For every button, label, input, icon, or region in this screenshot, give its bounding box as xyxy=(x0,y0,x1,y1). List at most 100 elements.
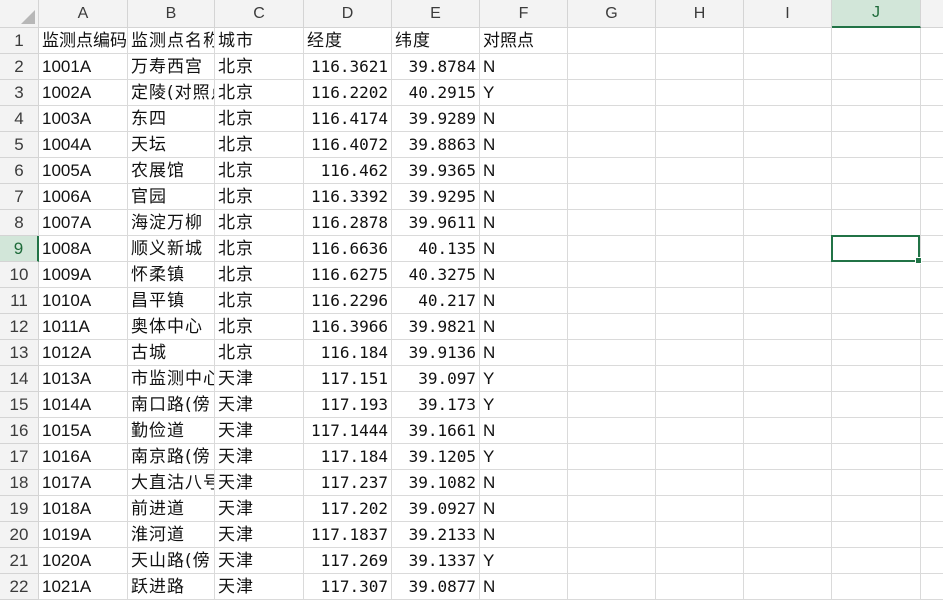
select-all-button[interactable] xyxy=(0,0,39,28)
cell-i5[interactable] xyxy=(744,132,832,158)
cell-e4[interactable]: 39.9289 xyxy=(392,106,480,132)
cell-g8[interactable] xyxy=(568,210,656,236)
cell-f4[interactable]: N xyxy=(480,106,568,132)
column-header-d[interactable]: D xyxy=(304,0,392,28)
cell-f22[interactable]: N xyxy=(480,574,568,600)
cell-d21[interactable]: 117.269 xyxy=(304,548,392,574)
cell-e19[interactable]: 39.0927 xyxy=(392,496,480,522)
cell-h1[interactable] xyxy=(656,28,744,54)
cell-i18[interactable] xyxy=(744,470,832,496)
cell-g20[interactable] xyxy=(568,522,656,548)
cell-b4[interactable]: 东四 xyxy=(128,106,215,132)
cell-i1[interactable] xyxy=(744,28,832,54)
cell-b16[interactable]: 勤俭道 xyxy=(128,418,215,444)
cell-a14[interactable]: 1013A xyxy=(39,366,128,392)
cell-i2[interactable] xyxy=(744,54,832,80)
cell-d12[interactable]: 116.3966 xyxy=(304,314,392,340)
cell-h7[interactable] xyxy=(656,184,744,210)
cell-d19[interactable]: 117.202 xyxy=(304,496,392,522)
cell-c2[interactable]: 北京 xyxy=(215,54,304,80)
cell-j14[interactable] xyxy=(832,366,921,392)
cell-f21[interactable]: Y xyxy=(480,548,568,574)
cell-k9[interactable] xyxy=(921,236,943,262)
cell-a11[interactable]: 1010A xyxy=(39,288,128,314)
column-header-f[interactable]: F xyxy=(480,0,568,28)
cell-i12[interactable] xyxy=(744,314,832,340)
cell-f3[interactable]: Y xyxy=(480,80,568,106)
cell-a4[interactable]: 1003A xyxy=(39,106,128,132)
cell-c12[interactable]: 北京 xyxy=(215,314,304,340)
column-header-c[interactable]: C xyxy=(215,0,304,28)
cell-g19[interactable] xyxy=(568,496,656,522)
cell-g3[interactable] xyxy=(568,80,656,106)
cell-b2[interactable]: 万寿西宫 xyxy=(128,54,215,80)
cell-h8[interactable] xyxy=(656,210,744,236)
cell-d5[interactable]: 116.4072 xyxy=(304,132,392,158)
cell-b5[interactable]: 天坛 xyxy=(128,132,215,158)
cell-g1[interactable] xyxy=(568,28,656,54)
cell-i9[interactable] xyxy=(744,236,832,262)
cell-j12[interactable] xyxy=(832,314,921,340)
cell-h14[interactable] xyxy=(656,366,744,392)
cell-d17[interactable]: 117.184 xyxy=(304,444,392,470)
cell-f14[interactable]: Y xyxy=(480,366,568,392)
cell-f2[interactable]: N xyxy=(480,54,568,80)
cell-g7[interactable] xyxy=(568,184,656,210)
cell-h2[interactable] xyxy=(656,54,744,80)
cell-c14[interactable]: 天津 xyxy=(215,366,304,392)
cell-i22[interactable] xyxy=(744,574,832,600)
cell-b8[interactable]: 海淀万柳 xyxy=(128,210,215,236)
cell-h12[interactable] xyxy=(656,314,744,340)
cell-j11[interactable] xyxy=(832,288,921,314)
cell-j8[interactable] xyxy=(832,210,921,236)
cell-b21[interactable]: 天山路(傍 xyxy=(128,548,215,574)
cell-d11[interactable]: 116.2296 xyxy=(304,288,392,314)
cell-g11[interactable] xyxy=(568,288,656,314)
cell-f13[interactable]: N xyxy=(480,340,568,366)
cell-e18[interactable]: 39.1082 xyxy=(392,470,480,496)
cell-d16[interactable]: 117.1444 xyxy=(304,418,392,444)
cell-a17[interactable]: 1016A xyxy=(39,444,128,470)
cell-e9[interactable]: 40.135 xyxy=(392,236,480,262)
cell-h13[interactable] xyxy=(656,340,744,366)
cell-c1[interactable]: 城市 xyxy=(215,28,304,54)
cell-b7[interactable]: 官园 xyxy=(128,184,215,210)
cell-k21[interactable] xyxy=(921,548,943,574)
cell-f17[interactable]: Y xyxy=(480,444,568,470)
cell-g14[interactable] xyxy=(568,366,656,392)
cell-h9[interactable] xyxy=(656,236,744,262)
row-header-6[interactable]: 6 xyxy=(0,158,39,184)
cell-j16[interactable] xyxy=(832,418,921,444)
cell-e20[interactable]: 39.2133 xyxy=(392,522,480,548)
cell-j15[interactable] xyxy=(832,392,921,418)
column-header-j[interactable]: J xyxy=(832,0,921,28)
cell-i4[interactable] xyxy=(744,106,832,132)
row-header-1[interactable]: 1 xyxy=(0,28,39,54)
cell-f20[interactable]: N xyxy=(480,522,568,548)
cell-k11[interactable] xyxy=(921,288,943,314)
cell-i6[interactable] xyxy=(744,158,832,184)
row-header-14[interactable]: 14 xyxy=(0,366,39,392)
cell-j5[interactable] xyxy=(832,132,921,158)
cell-k12[interactable] xyxy=(921,314,943,340)
cell-i20[interactable] xyxy=(744,522,832,548)
cell-f11[interactable]: N xyxy=(480,288,568,314)
cell-g9[interactable] xyxy=(568,236,656,262)
cell-a3[interactable]: 1002A xyxy=(39,80,128,106)
cell-a12[interactable]: 1011A xyxy=(39,314,128,340)
cell-c8[interactable]: 北京 xyxy=(215,210,304,236)
cell-d22[interactable]: 117.307 xyxy=(304,574,392,600)
cell-f19[interactable]: N xyxy=(480,496,568,522)
cell-b11[interactable]: 昌平镇 xyxy=(128,288,215,314)
cell-k22[interactable] xyxy=(921,574,943,600)
cell-d6[interactable]: 116.462 xyxy=(304,158,392,184)
cell-k8[interactable] xyxy=(921,210,943,236)
cell-e1[interactable]: 纬度 xyxy=(392,28,480,54)
row-header-13[interactable]: 13 xyxy=(0,340,39,366)
cell-c3[interactable]: 北京 xyxy=(215,80,304,106)
row-header-22[interactable]: 22 xyxy=(0,574,39,600)
column-header-i[interactable]: I xyxy=(744,0,832,28)
cell-b13[interactable]: 古城 xyxy=(128,340,215,366)
cell-a7[interactable]: 1006A xyxy=(39,184,128,210)
cell-b17[interactable]: 南京路(傍 xyxy=(128,444,215,470)
